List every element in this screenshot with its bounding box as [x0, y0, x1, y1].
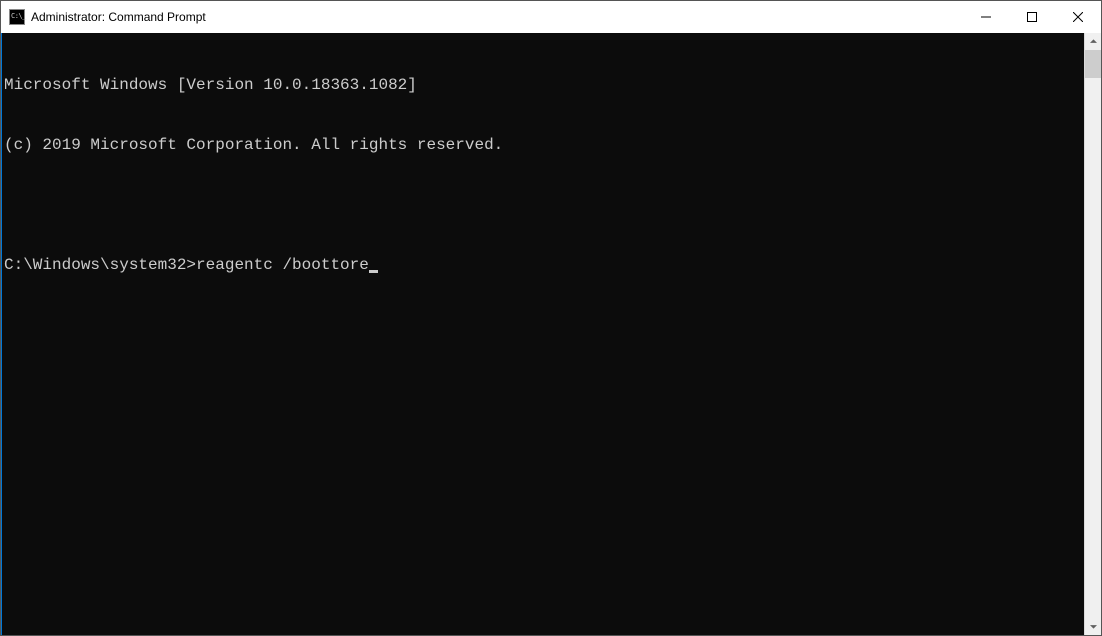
scroll-thumb[interactable] [1085, 50, 1101, 78]
cursor [369, 270, 378, 273]
cmd-icon [9, 9, 25, 25]
command-prompt-window: Administrator: Command Prompt Microsoft … [0, 0, 1102, 636]
chevron-up-icon [1090, 38, 1097, 45]
scroll-down-button[interactable] [1085, 618, 1101, 635]
minimize-button[interactable] [963, 1, 1009, 33]
command-input[interactable]: reagentc /boottore [196, 255, 369, 275]
terminal-line: Microsoft Windows [Version 10.0.18363.10… [4, 75, 1084, 95]
titlebar[interactable]: Administrator: Command Prompt [1, 1, 1101, 33]
scroll-track[interactable] [1085, 50, 1101, 618]
prompt-line: C:\Windows\system32>reagentc /boottore [4, 255, 1084, 275]
scroll-up-button[interactable] [1085, 33, 1101, 50]
maximize-button[interactable] [1009, 1, 1055, 33]
maximize-icon [1027, 12, 1037, 22]
vertical-scrollbar[interactable] [1084, 33, 1101, 635]
window-controls [963, 1, 1101, 33]
window-title: Administrator: Command Prompt [31, 10, 206, 24]
close-icon [1073, 12, 1083, 22]
prompt-text: C:\Windows\system32> [4, 255, 196, 275]
minimize-icon [981, 12, 991, 22]
content-area: Microsoft Windows [Version 10.0.18363.10… [1, 33, 1101, 635]
terminal-output[interactable]: Microsoft Windows [Version 10.0.18363.10… [1, 33, 1084, 635]
terminal-blank-line [4, 195, 1084, 215]
close-button[interactable] [1055, 1, 1101, 33]
chevron-down-icon [1090, 623, 1097, 630]
terminal-line: (c) 2019 Microsoft Corporation. All righ… [4, 135, 1084, 155]
